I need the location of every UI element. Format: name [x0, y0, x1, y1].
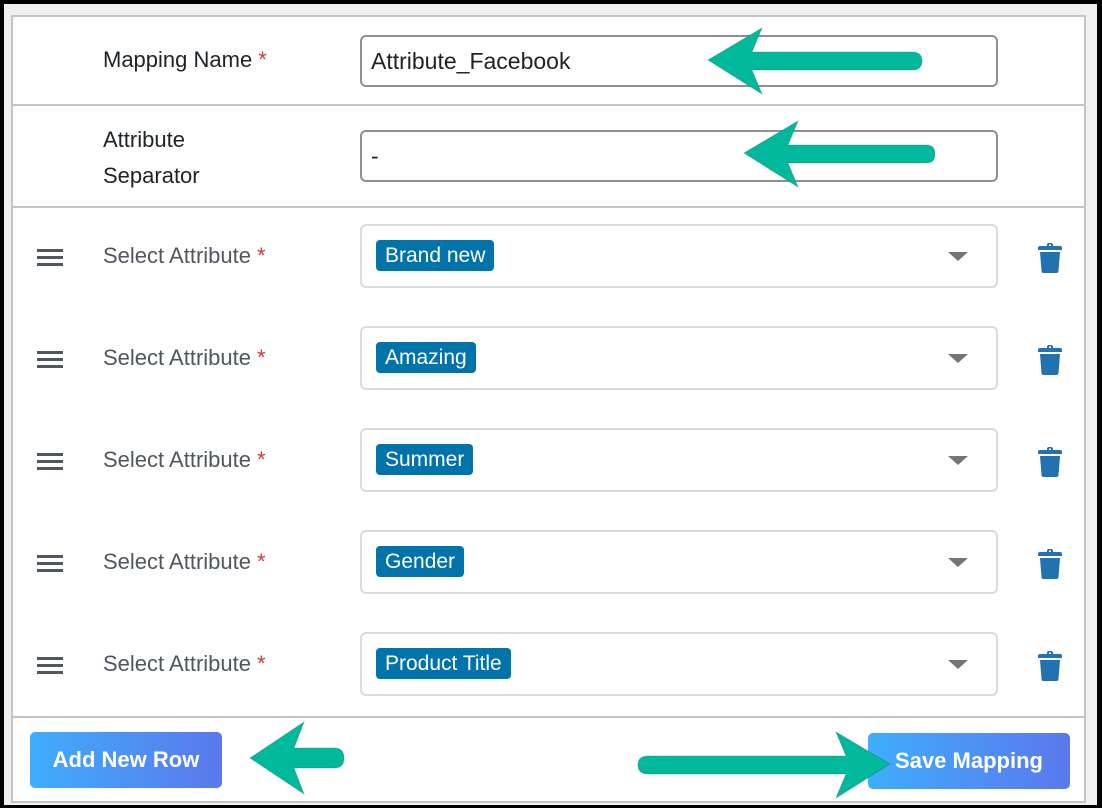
trash-icon[interactable] [1038, 651, 1062, 681]
select-attribute-label: Select Attribute * [103, 544, 266, 580]
select-attribute-label-text: Select Attribute [103, 651, 251, 676]
attribute-row: Select Attribute * Summer [13, 428, 1084, 492]
select-attribute-label-text: Select Attribute [103, 447, 251, 472]
selected-attribute-tag: Gender [376, 546, 465, 577]
attribute-select[interactable]: Product Title [360, 632, 998, 696]
attribute-row: Select Attribute * Amazing [13, 326, 1084, 390]
required-mark: * [256, 549, 266, 574]
mapping-name-label: Mapping Name * [103, 42, 267, 78]
required-mark: * [256, 447, 266, 472]
attribute-select[interactable]: Gender [360, 530, 998, 594]
attribute-select[interactable]: Amazing [360, 326, 998, 390]
attribute-row: Select Attribute * Brand new [13, 224, 1084, 288]
chevron-down-icon[interactable] [948, 558, 968, 567]
attribute-separator-label: Attribute Separator [103, 122, 200, 194]
annotation-arrow-separator [743, 119, 936, 189]
select-attribute-label-text: Select Attribute [103, 243, 251, 268]
required-mark: * [256, 345, 266, 370]
mapping-name-label-text: Mapping Name [103, 47, 253, 72]
chevron-down-icon[interactable] [948, 354, 968, 363]
drag-handle-icon[interactable] [37, 657, 63, 678]
chevron-down-icon[interactable] [948, 660, 968, 669]
attribute-select[interactable]: Brand new [360, 224, 998, 288]
label-line-2: Separator [103, 163, 200, 188]
trash-icon[interactable] [1038, 243, 1062, 273]
drag-handle-icon[interactable] [37, 351, 63, 372]
required-mark: * [256, 651, 266, 676]
trash-icon[interactable] [1038, 549, 1062, 579]
drag-handle-icon[interactable] [37, 249, 63, 270]
attribute-select[interactable]: Summer [360, 428, 998, 492]
selected-attribute-tag: Summer [376, 444, 474, 475]
required-mark: * [256, 243, 266, 268]
select-attribute-label-text: Select Attribute [103, 549, 251, 574]
drag-handle-icon[interactable] [37, 453, 63, 474]
attribute-row: Select Attribute * Gender [13, 530, 1084, 594]
trash-icon[interactable] [1038, 447, 1062, 477]
chevron-down-icon[interactable] [948, 252, 968, 261]
annotation-arrow-mapping-name [707, 26, 923, 96]
select-attribute-label-text: Select Attribute [103, 345, 251, 370]
attribute-rows: Select Attribute * Brand new Select Attribu… [13, 208, 1084, 718]
select-attribute-label: Select Attribute * [103, 340, 266, 376]
drag-handle-icon[interactable] [37, 555, 63, 576]
trash-icon[interactable] [1038, 345, 1062, 375]
required-mark: * [258, 47, 267, 72]
form-footer: Add New Row Save Mapping [13, 718, 1084, 801]
add-new-row-button[interactable]: Add New Row [30, 732, 222, 788]
annotation-arrow-save [637, 730, 891, 800]
selected-attribute-tag: Amazing [376, 342, 476, 373]
save-mapping-button[interactable]: Save Mapping [868, 733, 1070, 789]
select-attribute-label: Select Attribute * [103, 442, 266, 478]
chevron-down-icon[interactable] [948, 456, 968, 465]
selected-attribute-tag: Product Title [376, 648, 511, 679]
annotation-arrow-add-row [249, 720, 345, 796]
label-line-1: Attribute [103, 127, 185, 152]
attribute-row: Select Attribute * Product Title [13, 632, 1084, 696]
select-attribute-label: Select Attribute * [103, 646, 266, 682]
selected-attribute-tag: Brand new [376, 240, 495, 271]
select-attribute-label: Select Attribute * [103, 238, 266, 274]
